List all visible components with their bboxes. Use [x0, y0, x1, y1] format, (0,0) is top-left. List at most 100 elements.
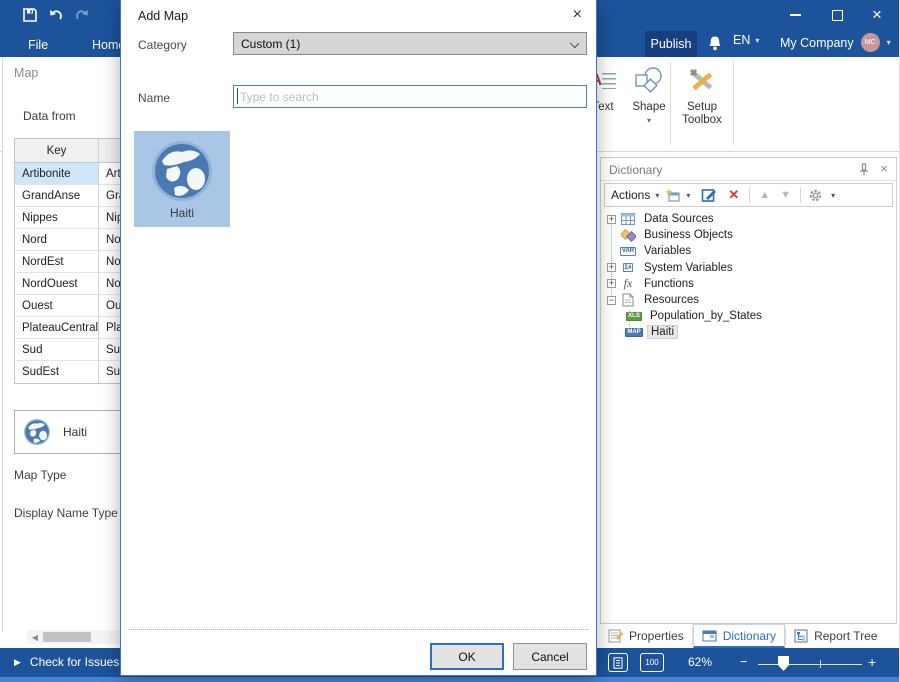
designer-window: × File Home Publish EN ▾ My Company MC ▾…	[0, 0, 900, 682]
category-dropdown[interactable]: Custom (1)	[233, 32, 587, 55]
expand-icon[interactable]: +	[607, 279, 616, 288]
setup-toolbox-button[interactable]: Setup Toolbox	[674, 60, 730, 127]
minimize-icon	[790, 14, 801, 16]
move-down-icon[interactable]: ▼	[780, 189, 791, 201]
toolbar-separator	[749, 187, 750, 203]
tree-item-haiti[interactable]: MAP Haiti	[605, 324, 893, 340]
business-objects-icon	[621, 229, 636, 242]
tree-item-data-sources[interactable]: + Data Sources	[605, 211, 893, 227]
tile-label: Haiti	[134, 206, 230, 220]
maximize-button[interactable]	[820, 0, 854, 30]
toolbar-separator	[800, 187, 801, 203]
close-button[interactable]: ×	[860, 0, 894, 30]
language-selector[interactable]: EN ▾	[733, 33, 759, 47]
tab-properties[interactable]: Properties	[600, 624, 692, 648]
tree-item-functions[interactable]: + fx Functions	[605, 276, 893, 292]
map-type-label: Map Type	[14, 468, 66, 482]
tab-dictionary[interactable]: Dictionary	[693, 624, 785, 648]
zoom-slider-track[interactable]	[758, 664, 862, 665]
scroll-left-icon[interactable]: ◀	[27, 633, 43, 642]
display-name-type-label: Display Name Type	[14, 506, 118, 520]
scrollbar-thumb[interactable]	[43, 632, 91, 642]
close-icon: ×	[872, 5, 882, 25]
expand-icon[interactable]: +	[607, 263, 616, 272]
zoom-percentage: 62%	[688, 655, 712, 669]
dialog-close-icon[interactable]: ×	[573, 6, 582, 24]
tree-item-system-variables[interactable]: + Σ# System Variables	[605, 260, 893, 276]
functions-icon: fx	[624, 276, 633, 291]
move-up-icon[interactable]: ▲	[759, 189, 770, 201]
tree-item-business-objects[interactable]: Business Objects	[605, 227, 893, 243]
map-item-label: Haiti	[63, 425, 87, 439]
tree-item-variables[interactable]: VAR Variables	[605, 243, 893, 259]
check-for-issues-label: Check for Issues	[30, 655, 119, 669]
key-column-header[interactable]: Key	[15, 139, 99, 162]
tree-item-label: Resources	[641, 294, 702, 306]
avatar: MC	[861, 33, 880, 52]
account-menu[interactable]: My Company MC ▾	[780, 33, 891, 52]
close-panel-icon[interactable]: ×	[880, 161, 888, 176]
zoom-in-button[interactable]: +	[868, 654, 876, 670]
language-label: EN	[733, 33, 750, 47]
chevron-down-icon: ▾	[755, 36, 759, 45]
panel-title: Map	[14, 66, 38, 80]
category-label: Category	[138, 38, 187, 52]
new-item-button[interactable]: ▾	[665, 188, 696, 203]
properties-icon	[608, 629, 623, 643]
minimize-button[interactable]	[778, 0, 812, 30]
tree-item-label: Functions	[641, 278, 697, 290]
zoom-100-label: 100	[645, 658, 658, 667]
data-from-label: Data from	[23, 109, 76, 123]
shape-icon	[633, 66, 665, 96]
notifications-bell-icon[interactable]	[707, 35, 723, 52]
chevron-down-icon	[570, 39, 579, 48]
cancel-button[interactable]: Cancel	[513, 643, 587, 670]
check-for-issues-button[interactable]: ▶ Check for Issues	[14, 655, 119, 669]
collapse-icon[interactable]: −	[607, 296, 616, 305]
ribbon-separator	[733, 62, 734, 145]
shape-button[interactable]: Shape ▾	[628, 60, 670, 125]
zoom-slider-tick	[820, 660, 821, 668]
report-tree-icon	[794, 629, 808, 643]
ribbon-separator	[670, 62, 671, 145]
map-resource-icon: MAP	[625, 328, 642, 337]
name-label: Name	[138, 91, 170, 105]
edit-icon[interactable]	[701, 187, 717, 203]
delete-icon[interactable]: ✕	[728, 187, 739, 203]
new-item-icon	[665, 188, 681, 203]
maximize-icon	[832, 10, 843, 21]
tree-item-population-by-states[interactable]: XLS Population_by_States	[605, 308, 893, 324]
page-view-button[interactable]	[608, 653, 628, 672]
dictionary-toolbar: Actions ▾ ▾ ✕ ▲ ▼ ▾	[604, 183, 893, 207]
pin-icon[interactable]	[858, 163, 870, 176]
tree-item-label: System Variables	[641, 262, 736, 274]
globe-icon	[23, 418, 51, 446]
gear-icon[interactable]	[808, 188, 823, 203]
ok-button[interactable]: OK	[430, 643, 504, 670]
category-value: Custom (1)	[241, 37, 300, 51]
expand-icon[interactable]: +	[607, 215, 616, 224]
tab-report-tree[interactable]: Report Tree	[786, 624, 885, 648]
publish-button[interactable]: Publish	[645, 31, 697, 57]
account-name: My Company	[780, 36, 854, 50]
tree-item-label: Data Sources	[641, 213, 717, 225]
actions-label: Actions	[611, 188, 650, 202]
dialog-title: Add Map	[138, 9, 188, 23]
chevron-down-icon: ▾	[887, 38, 891, 47]
zoom-out-button[interactable]: −	[740, 654, 748, 669]
dictionary-tree: + Data Sources Business Objects VAR Vari…	[605, 211, 893, 341]
map-tile-haiti[interactable]: Haiti	[134, 131, 230, 227]
shape-button-label: Shape	[628, 101, 670, 113]
save-icon[interactable]	[22, 7, 38, 23]
chevron-down-icon: ▾	[686, 191, 690, 200]
tree-item-resources[interactable]: − Resources	[605, 292, 893, 308]
actions-menu-button[interactable]: Actions ▾	[611, 188, 665, 202]
tab-label: Report Tree	[814, 629, 877, 643]
zoom-100-button[interactable]: 100	[640, 653, 664, 672]
tab-file[interactable]: File	[28, 33, 48, 57]
redo-icon[interactable]	[74, 7, 90, 23]
text-caret	[237, 88, 238, 104]
name-search-input[interactable]	[233, 85, 587, 108]
undo-icon[interactable]	[48, 7, 64, 23]
variables-icon: VAR	[620, 247, 636, 256]
